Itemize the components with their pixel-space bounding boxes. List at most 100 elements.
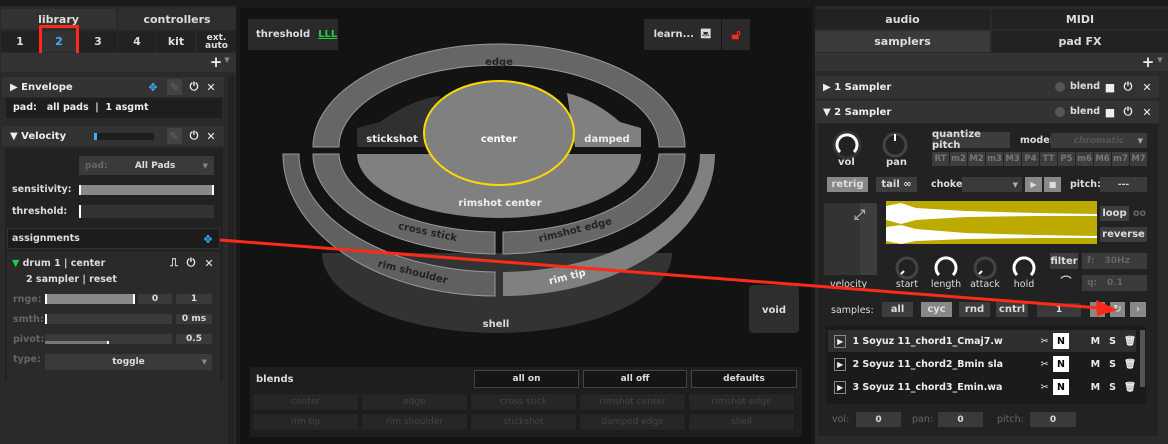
power-icon[interactable]: ⏻ (1121, 80, 1135, 94)
all-on-button[interactable]: all on (474, 370, 579, 388)
knob-pan[interactable] (880, 130, 910, 160)
retrig-button[interactable]: retrig (827, 177, 868, 192)
solo-toggle[interactable]: S (1109, 336, 1116, 347)
interval-button[interactable]: P4 (1022, 152, 1039, 166)
blend-indicator-icon[interactable] (1055, 107, 1065, 117)
play-button[interactable]: ▶ (1025, 177, 1042, 192)
sample-mode-rnd[interactable]: rnd (959, 302, 990, 317)
sample-row[interactable]: ▶ 2 Soyuz 11_chord2_Bmin sla ✂ N M S 🗑︎ (828, 353, 1136, 375)
refresh-button[interactable]: ↻ (1110, 302, 1125, 317)
close-icon[interactable]: ✕ (1140, 105, 1154, 119)
pitch-stepper[interactable]: --- (1100, 177, 1147, 192)
blend-toggle[interactable]: cross stick (470, 393, 577, 411)
scissors-icon[interactable]: ✂ (1040, 359, 1048, 370)
loop-link-icon[interactable]: oo (1133, 208, 1146, 219)
interval-button[interactable]: RT (932, 152, 949, 166)
blend-toggle[interactable]: edge (361, 393, 468, 411)
resize-diagonal-icon[interactable]: ⤢ (854, 207, 865, 223)
filter-curve-icon[interactable]: ⌒ (1054, 275, 1078, 288)
scissors-icon[interactable]: ✂ (1040, 336, 1048, 347)
filter-freq-stepper[interactable]: f: 30Hz (1082, 253, 1147, 269)
sample-mode-cntrl[interactable]: cntrl (996, 302, 1028, 317)
stop-button[interactable]: ■ (1044, 177, 1061, 192)
all-off-button[interactable]: all off (583, 370, 687, 388)
tab-pad-fx[interactable]: pad FX (992, 31, 1168, 52)
zone-center[interactable] (423, 80, 575, 186)
tab-samplers[interactable]: samplers (815, 31, 990, 52)
play-icon[interactable]: ▶ (834, 380, 847, 394)
solo-toggle[interactable]: S (1109, 382, 1116, 393)
sample-list-scrollbar[interactable] (1140, 330, 1145, 387)
mute-toggle[interactable]: M (1091, 359, 1100, 370)
play-icon[interactable]: ▶ (834, 357, 847, 371)
normalize-toggle[interactable]: N (1053, 333, 1069, 349)
normalize-toggle[interactable]: N (1053, 379, 1069, 395)
blend-toggle[interactable]: rim shoulder (361, 413, 468, 431)
interval-button[interactable]: m6 (1076, 152, 1093, 166)
scissors-icon[interactable]: ✂ (1040, 382, 1048, 393)
mode-label: mode: (1020, 135, 1054, 146)
trash-icon[interactable]: 🗑︎ (1124, 359, 1136, 370)
tab-midi[interactable]: MIDI (992, 9, 1168, 29)
stop-icon[interactable]: ■ (1104, 80, 1116, 94)
loop-button[interactable]: loop (1100, 206, 1129, 221)
knob-vol[interactable] (832, 130, 862, 160)
interval-button[interactable]: P5 (1058, 152, 1075, 166)
interval-button[interactable]: M7 (1130, 152, 1147, 166)
blend-toggle[interactable]: center (252, 393, 359, 411)
interval-button[interactable]: M2 (968, 152, 985, 166)
collapse-icon[interactable]: ▼ (823, 107, 834, 118)
sample-row[interactable]: ▶ 1 Soyuz 11_chord1_Cmaj7.w ✂ N M S 🗑︎ (828, 330, 1136, 352)
filter-q-stepper[interactable]: q: 0.1 (1082, 275, 1147, 291)
chevron-down-icon[interactable]: ▼ (1155, 55, 1165, 65)
zone-label-center: center (481, 134, 517, 145)
chevron-down-icon: ▼ (1012, 180, 1018, 189)
interval-button[interactable]: TT (1040, 152, 1057, 166)
quantize-pitch-button[interactable]: quantize pitch (932, 129, 1010, 151)
sample-mode-all[interactable]: all (882, 302, 913, 317)
mute-toggle[interactable]: M (1091, 382, 1100, 393)
filter-button[interactable]: filter (1050, 253, 1078, 269)
mode-select[interactable]: chromatic ▼ (1051, 133, 1147, 148)
reverse-button[interactable]: reverse (1100, 227, 1147, 242)
interval-button[interactable]: m3 (986, 152, 1003, 166)
blend-toggle[interactable]: damped edge (579, 413, 686, 431)
knob-label-attack: attack (970, 279, 1000, 290)
blend-toggle[interactable]: shell (688, 413, 795, 431)
prev-sample-button[interactable] (1090, 302, 1105, 317)
normalize-toggle[interactable]: N (1053, 356, 1069, 372)
next-button[interactable]: › (1130, 302, 1146, 317)
velocity-curve[interactable]: ⤢ (824, 203, 877, 275)
blend-toggle[interactable]: rimshot center (579, 393, 686, 411)
pan-stepper[interactable]: 0 (938, 412, 983, 427)
vol-stepper[interactable]: 0 (856, 412, 901, 427)
tab-audio[interactable]: audio (815, 9, 990, 29)
add-button[interactable]: + (1140, 53, 1156, 71)
knob-label-length: length (930, 279, 962, 290)
power-icon[interactable]: ⏻ (1121, 105, 1135, 119)
blend-toggle[interactable]: rim tip (252, 413, 359, 431)
stop-icon[interactable]: ■ (1104, 105, 1116, 119)
play-icon[interactable]: ▶ (834, 334, 847, 348)
waveform[interactable] (886, 201, 1097, 244)
interval-button[interactable]: m2 (950, 152, 967, 166)
interval-button[interactable]: m7 (1112, 152, 1129, 166)
pitch-offset-stepper[interactable]: 0 (1030, 412, 1076, 427)
choke-select[interactable]: ▼ (962, 177, 1022, 192)
mute-toggle[interactable]: M (1091, 336, 1100, 347)
sample-index-stepper[interactable]: 1 (1037, 303, 1081, 317)
tail-button[interactable]: tail ∞ (876, 177, 917, 192)
trash-icon[interactable]: 🗑︎ (1124, 382, 1136, 393)
blend-toggle[interactable]: rimshot edge (688, 393, 795, 411)
blend-indicator-icon[interactable] (1055, 82, 1065, 92)
interval-button[interactable]: M3 (1004, 152, 1021, 166)
sample-row[interactable]: ▶ 3 Soyuz 11_chord3_Emin.wa ✂ N M S 🗑︎ (828, 376, 1136, 398)
sample-mode-cyc[interactable]: cyc (921, 302, 952, 317)
solo-toggle[interactable]: S (1109, 359, 1116, 370)
trash-icon[interactable]: 🗑︎ (1124, 336, 1136, 347)
defaults-button[interactable]: defaults (691, 370, 797, 388)
interval-button[interactable]: M6 (1094, 152, 1111, 166)
blend-toggle[interactable]: stickshot (470, 413, 577, 431)
expand-icon[interactable]: ▶ (823, 82, 834, 93)
close-icon[interactable]: ✕ (1140, 80, 1154, 94)
